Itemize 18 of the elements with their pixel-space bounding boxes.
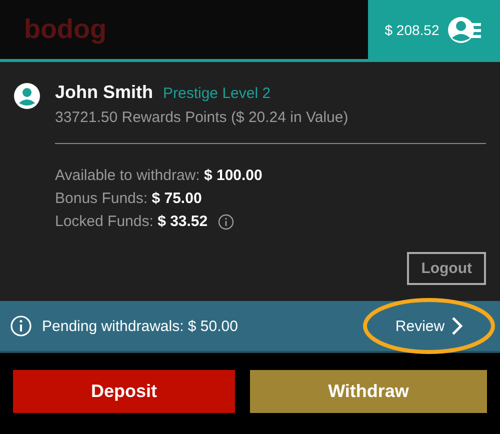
prestige-level: Prestige Level 2 — [163, 85, 271, 102]
balance-amount: $ 208.52 — [384, 22, 440, 38]
fund-line: Locked Funds: $ 33.52 — [55, 213, 208, 230]
account-panel-toggle[interactable]: $ 208.52 — [368, 0, 500, 59]
user-name: John Smith — [55, 82, 153, 103]
account-menu-icon — [447, 16, 484, 44]
deposit-button[interactable]: Deposit — [13, 370, 235, 413]
chevron-right-icon — [450, 316, 463, 336]
user-avatar-icon — [14, 83, 40, 109]
info-icon[interactable] — [218, 214, 234, 230]
withdraw-button[interactable]: Withdraw — [250, 370, 487, 413]
fund-line: Bonus Funds: $ 75.00 — [55, 190, 202, 207]
fund-line: Available to withdraw: $ 100.00 — [55, 167, 262, 184]
review-link[interactable]: Review — [395, 316, 463, 336]
info-icon — [10, 315, 32, 337]
pending-withdrawals-text: Pending withdrawals: $ 50.00 — [42, 318, 239, 334]
logout-button[interactable]: Logout — [407, 252, 486, 285]
rewards-points: 33721.50 Rewards Points ($ 20.24 in Value) — [55, 109, 350, 126]
